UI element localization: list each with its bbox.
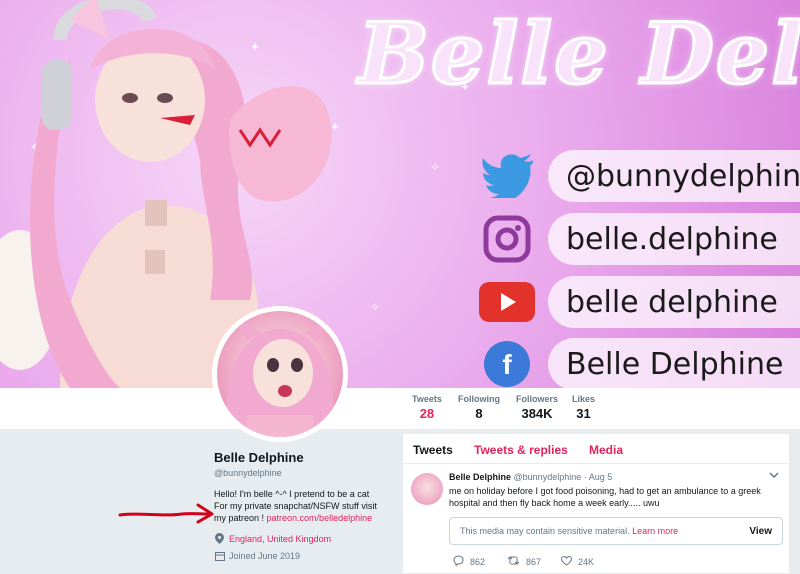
svg-text:f: f bbox=[502, 349, 512, 380]
social-label: Belle Delphine bbox=[548, 338, 800, 388]
avatar-illustration bbox=[226, 317, 334, 437]
social-row-instagram: belle.delphine bbox=[478, 213, 800, 265]
tweet-text: me on holiday before I got food poisonin… bbox=[449, 486, 761, 508]
retweet-action[interactable]: 867 bbox=[507, 555, 561, 568]
stat-value: 28 bbox=[419, 406, 435, 421]
stat-label: Following bbox=[458, 394, 500, 404]
sparkle-decoration: ✧ bbox=[430, 160, 441, 174]
learn-more-link[interactable]: Learn more bbox=[632, 526, 678, 536]
patreon-link[interactable]: patreon.com/belledelphine bbox=[267, 513, 373, 523]
bio-line: For my private snapchat/NSFW stuff visit bbox=[214, 501, 377, 511]
stat-label: Followers bbox=[516, 394, 559, 404]
reply-icon bbox=[453, 555, 464, 568]
stat-label: Likes bbox=[572, 394, 596, 404]
tweet-avatar[interactable] bbox=[411, 473, 443, 505]
tab-tweets[interactable]: Tweets bbox=[413, 443, 453, 457]
stat-followers[interactable]: Followers 384K bbox=[516, 394, 558, 421]
stat-following[interactable]: Following 8 bbox=[458, 394, 500, 421]
tweet-separator: · bbox=[583, 472, 587, 482]
location-pin-icon bbox=[214, 533, 225, 544]
social-row-facebook: f Belle Delphine bbox=[478, 338, 800, 388]
banner-script-title: Belle Delph bbox=[357, 3, 800, 105]
stat-value: 384K bbox=[521, 406, 553, 421]
chevron-down-icon[interactable] bbox=[769, 470, 779, 481]
retweet-count: 867 bbox=[526, 556, 542, 567]
stat-value: 31 bbox=[576, 406, 591, 421]
like-action[interactable]: 24K bbox=[560, 555, 615, 568]
tab-tweets-and-replies[interactable]: Tweets & replies bbox=[474, 443, 568, 457]
social-label: belle.delphine bbox=[548, 213, 800, 265]
sensitive-text: This media may contain sensitive materia… bbox=[460, 526, 630, 536]
bio-line-text: my patreon ! bbox=[214, 513, 267, 523]
retweet-icon bbox=[507, 555, 520, 568]
profile-joined-date: Joined June 2019 bbox=[229, 550, 301, 561]
stat-value: 8 bbox=[475, 406, 483, 421]
profile-banner: ✦ ✦ ✧ ✦ ✧ ✦ Belle Delph bbox=[0, 0, 800, 388]
stat-label: Tweets bbox=[412, 394, 442, 404]
tweets-timeline: Tweets Tweets & replies Media Belle Delp… bbox=[402, 433, 790, 574]
tweet-actions: 862 867 24K bbox=[453, 555, 615, 568]
tweet-item[interactable]: Belle Delphine @bunnydelphine · Aug 5 me… bbox=[403, 465, 789, 574]
profile-stats-bar: Tweets 28 Following 8 Followers 384K Lik… bbox=[0, 388, 800, 434]
bio-line: Hello! I'm belle ^-^ I pretend to be a c… bbox=[214, 489, 370, 499]
twitter-bird-icon bbox=[478, 150, 536, 202]
facebook-icon: f bbox=[478, 338, 536, 388]
calendar-icon bbox=[214, 550, 225, 561]
stat-likes[interactable]: Likes 31 bbox=[572, 394, 595, 421]
reply-count: 862 bbox=[470, 556, 486, 567]
heart-icon bbox=[560, 555, 573, 568]
profile-handle: @bunnydelphine bbox=[214, 468, 282, 478]
bio-line: my patreon ! patreon.com/belledelphine bbox=[214, 512, 394, 524]
profile-bio: Hello! I'm belle ^-^ I pretend to be a c… bbox=[214, 488, 394, 524]
annotation-arrow bbox=[118, 503, 214, 524]
sensitive-message: This media may contain sensitive materia… bbox=[460, 526, 678, 536]
stat-tweets[interactable]: Tweets 28 bbox=[408, 394, 446, 434]
sensitive-media-warning: This media may contain sensitive materia… bbox=[449, 517, 783, 545]
profile-location[interactable]: England, United Kingdom bbox=[229, 534, 331, 544]
tab-media[interactable]: Media bbox=[589, 443, 623, 457]
instagram-icon bbox=[478, 213, 536, 265]
social-row-youtube: belle delphine bbox=[478, 276, 800, 328]
youtube-icon bbox=[478, 276, 536, 328]
tweet-header: Belle Delphine @bunnydelphine · Aug 5 bbox=[449, 472, 612, 482]
profile-location-row: England, United Kingdom bbox=[214, 533, 394, 544]
like-count: 24K bbox=[578, 556, 595, 567]
view-media-button[interactable]: View bbox=[749, 526, 772, 537]
profile-avatar[interactable] bbox=[212, 306, 348, 442]
reply-action[interactable]: 862 bbox=[453, 555, 507, 568]
profile-name: Belle Delphine bbox=[214, 450, 304, 465]
timeline-tabs: Tweets Tweets & replies Media bbox=[403, 434, 789, 464]
tweet-author-handle: @bunnydelphine bbox=[513, 472, 582, 482]
twitter-profile-page: ✦ ✦ ✧ ✦ ✧ ✦ Belle Delph bbox=[0, 0, 800, 574]
profile-joined-row: Joined June 2019 bbox=[214, 550, 394, 561]
social-label: belle delphine bbox=[548, 276, 800, 328]
profile-info: Belle Delphine @bunnydelphine Hello! I'm… bbox=[214, 450, 394, 561]
social-label: @bunnydelphine bbox=[548, 150, 800, 202]
tweet-author-name[interactable]: Belle Delphine bbox=[449, 472, 511, 482]
social-row-twitter: @bunnydelphine bbox=[478, 150, 800, 202]
tweet-date[interactable]: Aug 5 bbox=[589, 472, 613, 482]
